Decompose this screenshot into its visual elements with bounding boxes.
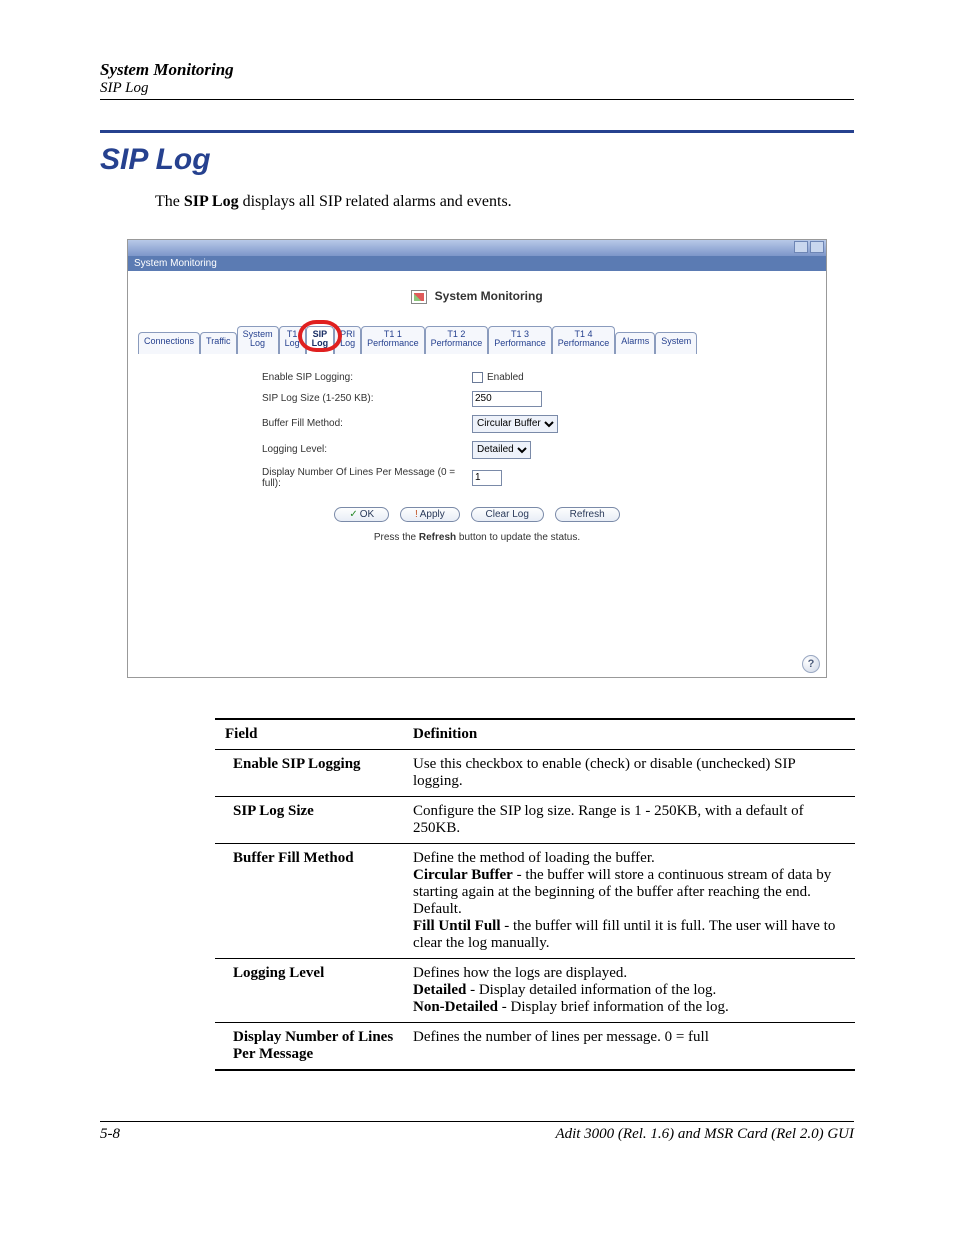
- table-head-field: Field: [215, 719, 405, 750]
- logging-level-label: Logging Level:: [262, 444, 472, 455]
- screenshot-figure: System Monitoring System Monitoring Conn…: [127, 239, 827, 678]
- page-footer: 5-8 Adit 3000 (Rel. 1.6) and MSR Card (R…: [100, 1121, 854, 1143]
- field-definition: Defines how the logs are displayed.Detai…: [405, 959, 855, 1023]
- running-header: System Monitoring SIP Log: [100, 60, 854, 100]
- table-row: SIP Log SizeConfigure the SIP log size. …: [215, 797, 855, 844]
- monitoring-icon: [411, 290, 427, 304]
- form-area: Enable SIP Logging: Enabled SIP Log Size…: [262, 368, 692, 543]
- tab-pri-log[interactable]: PRILog: [334, 326, 361, 354]
- tab-connections[interactable]: Connections: [138, 332, 200, 354]
- tab-traffic[interactable]: Traffic: [200, 332, 237, 354]
- intro-suffix: displays all SIP related alarms and even…: [239, 193, 512, 210]
- table-row: Display Number of Lines Per MessageDefin…: [215, 1023, 855, 1071]
- lines-per-message-label: Display Number Of Lines Per Message (0 =…: [262, 467, 472, 489]
- window-titlebar: [128, 240, 826, 256]
- field-definition: Defines the number of lines per message.…: [405, 1023, 855, 1071]
- intro-bold: SIP Log: [184, 193, 239, 210]
- page-title-text: System Monitoring: [435, 289, 543, 303]
- table-row: Enable SIP LoggingUse this checkbox to e…: [215, 750, 855, 797]
- buffer-fill-method-label: Buffer Fill Method:: [262, 418, 472, 429]
- buffer-fill-method-select[interactable]: Circular Buffer: [472, 415, 558, 433]
- field-definition: Define the method of loading the buffer.…: [405, 844, 855, 959]
- table-head-definition: Definition: [405, 719, 855, 750]
- tab-t1-log[interactable]: T1Log: [279, 326, 306, 354]
- tab-sip-log[interactable]: SIPLog: [306, 326, 335, 354]
- field-name: Buffer Fill Method: [215, 844, 405, 959]
- ok-button[interactable]: ✓OK: [334, 507, 389, 522]
- tab-t1-4-performance[interactable]: T1 4Performance: [552, 326, 616, 354]
- section-rule: [100, 130, 854, 133]
- field-name: SIP Log Size: [215, 797, 405, 844]
- section-title: SIP Log: [100, 143, 854, 177]
- tab-alarms[interactable]: Alarms: [615, 332, 655, 354]
- breadcrumb-bar: System Monitoring: [128, 256, 826, 271]
- tab-t1-2-performance[interactable]: T1 2Performance: [425, 326, 489, 354]
- check-icon: ✓: [349, 509, 357, 520]
- header-chapter: System Monitoring: [100, 60, 854, 80]
- breadcrumb-link[interactable]: System Monitoring: [134, 258, 217, 269]
- page-title: System Monitoring: [138, 289, 816, 304]
- titlebar-icon[interactable]: [794, 241, 808, 253]
- apply-button[interactable]: !Apply: [400, 507, 460, 522]
- field-definition: Configure the SIP log size. Range is 1 -…: [405, 797, 855, 844]
- enable-sip-logging-label: Enable SIP Logging:: [262, 372, 472, 383]
- page-number: 5-8: [100, 1126, 120, 1143]
- sip-log-size-label: SIP Log Size (1-250 KB):: [262, 393, 472, 404]
- doc-title-footer: Adit 3000 (Rel. 1.6) and MSR Card (Rel 2…: [555, 1126, 854, 1143]
- tab-bar: ConnectionsTrafficSystemLogT1LogSIPLogPR…: [138, 326, 816, 354]
- tab-system[interactable]: System: [655, 332, 697, 354]
- apply-icon: !: [415, 509, 418, 520]
- tab-t1-3-performance[interactable]: T1 3Performance: [488, 326, 552, 354]
- tab-system-log[interactable]: SystemLog: [237, 326, 279, 354]
- table-row: Logging LevelDefines how the logs are di…: [215, 959, 855, 1023]
- intro-paragraph: The SIP Log displays all SIP related ala…: [155, 193, 854, 211]
- hint-text: Press the Refresh button to update the s…: [262, 532, 692, 543]
- field-name: Logging Level: [215, 959, 405, 1023]
- enable-sip-logging-text: Enabled: [487, 372, 524, 383]
- header-rule: [100, 99, 854, 100]
- clear-log-button[interactable]: Clear Log: [471, 507, 544, 522]
- lines-per-message-input[interactable]: [472, 470, 502, 486]
- help-icon[interactable]: ?: [802, 655, 820, 673]
- sip-log-size-input[interactable]: [472, 391, 542, 407]
- refresh-button[interactable]: Refresh: [555, 507, 620, 522]
- table-row: Buffer Fill MethodDefine the method of l…: [215, 844, 855, 959]
- logging-level-select[interactable]: Detailed: [472, 441, 531, 459]
- definition-table: Field Definition Enable SIP LoggingUse t…: [215, 718, 855, 1071]
- intro-prefix: The: [155, 193, 184, 210]
- titlebar-icon[interactable]: [810, 241, 824, 253]
- header-section: SIP Log: [100, 80, 854, 97]
- tab-t1-1-performance[interactable]: T1 1Performance: [361, 326, 425, 354]
- field-name: Enable SIP Logging: [215, 750, 405, 797]
- enable-sip-logging-checkbox[interactable]: [472, 372, 483, 383]
- button-row: ✓OK !Apply Clear Log Refresh: [262, 507, 692, 522]
- field-name: Display Number of Lines Per Message: [215, 1023, 405, 1071]
- field-definition: Use this checkbox to enable (check) or d…: [405, 750, 855, 797]
